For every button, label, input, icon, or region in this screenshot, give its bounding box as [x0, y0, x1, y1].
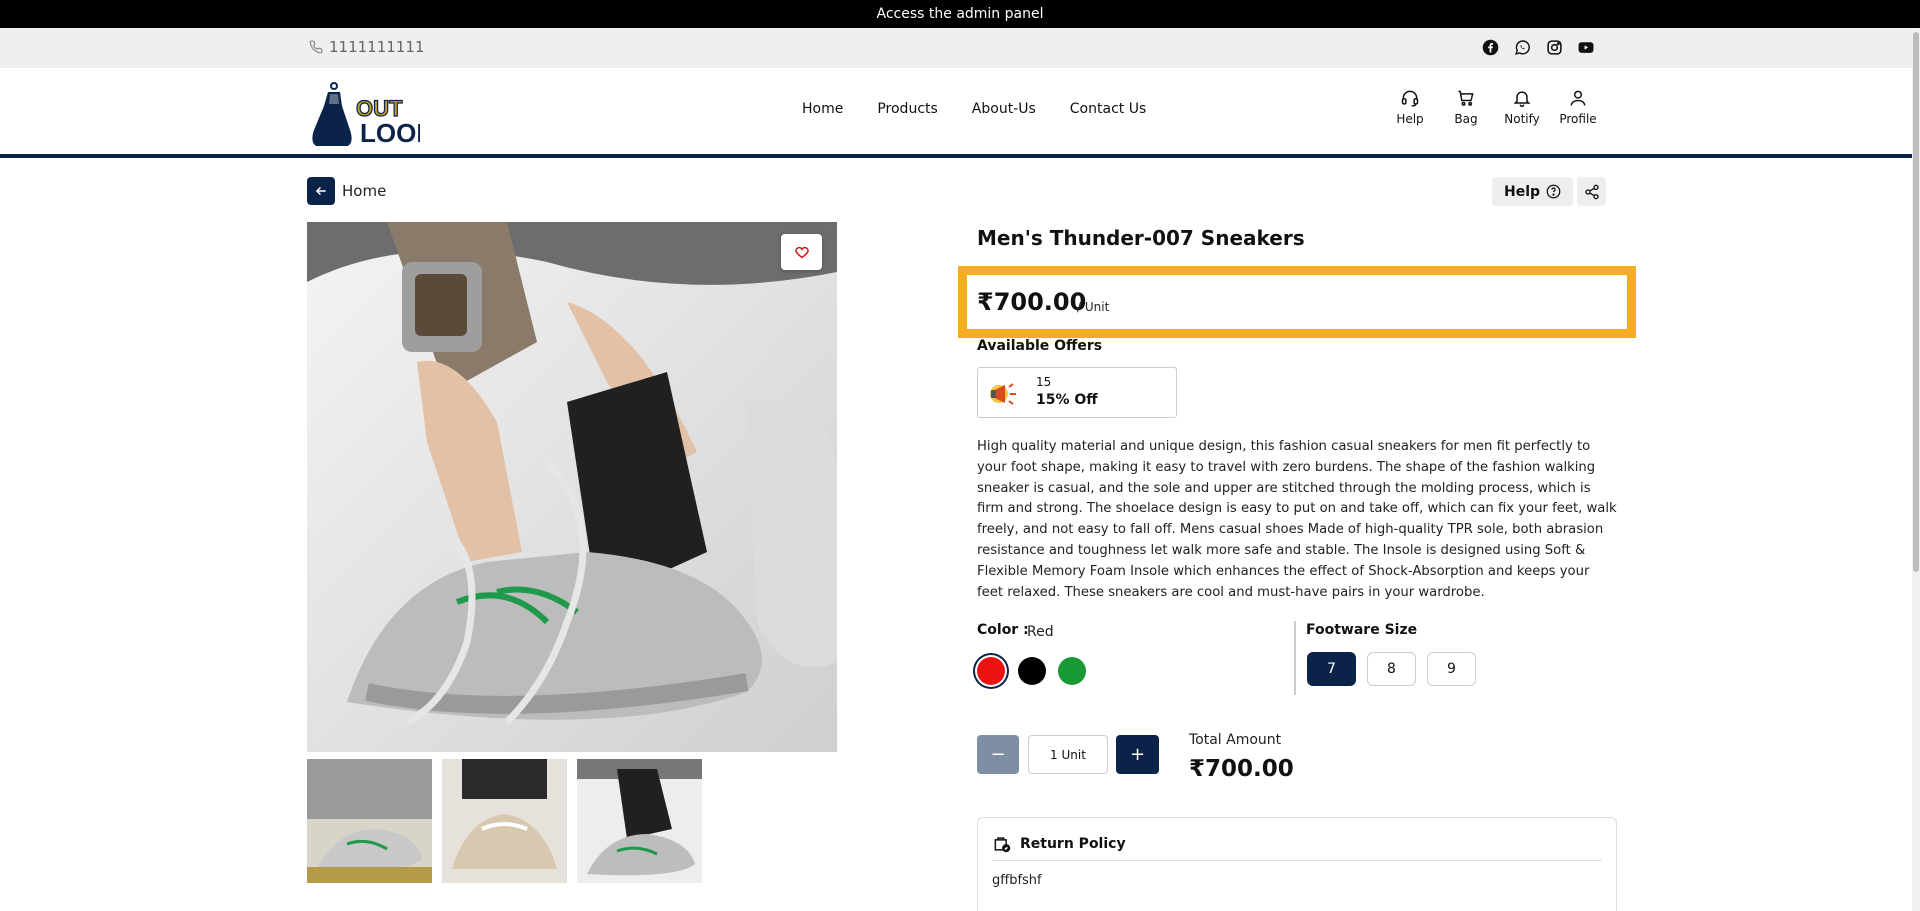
- size-label: Footware Size: [1306, 622, 1418, 638]
- nav-products[interactable]: Products: [877, 101, 937, 117]
- return-policy-card: Return Policy gffbfshf: [977, 817, 1617, 911]
- notify-action[interactable]: Notify: [1504, 88, 1540, 126]
- phone-number: 1111111111: [309, 38, 424, 56]
- product-thumbnail[interactable]: [442, 759, 567, 883]
- offers-heading: Available Offers: [977, 338, 1103, 354]
- megaphone-icon: [990, 383, 1016, 405]
- nav-about-us[interactable]: About-Us: [972, 101, 1036, 117]
- help-action-label: Help: [1396, 112, 1424, 126]
- headset-icon: [1401, 90, 1419, 107]
- quantity-value[interactable]: 1 Unit: [1028, 735, 1108, 774]
- size-option-9[interactable]: 9: [1427, 652, 1476, 686]
- wishlist-button[interactable]: [781, 234, 822, 270]
- product-main-image: [307, 222, 837, 752]
- heart-icon: [794, 246, 809, 259]
- offer-code: 15: [1036, 375, 1052, 389]
- profile-action[interactable]: Profile: [1559, 88, 1597, 126]
- facebook-icon[interactable]: [1481, 38, 1499, 56]
- total-amount-value: ₹700.00: [1189, 756, 1294, 782]
- bell-icon: [1513, 91, 1531, 108]
- question-circle-icon: [1546, 184, 1561, 199]
- product-description: High quality material and unique design,…: [977, 439, 1617, 600]
- phone-icon: [309, 40, 323, 54]
- main-nav: Home Products About-Us Contact Us: [802, 101, 1146, 117]
- offer-card[interactable]: 15 15% Off: [977, 367, 1177, 418]
- size-divider: [1294, 621, 1296, 695]
- return-policy-title: Return Policy: [1020, 836, 1126, 852]
- thumbnail-strip: [307, 759, 702, 883]
- offer-title: 15% Off: [1036, 392, 1098, 408]
- site-header: OUT LOOK Home Products About-Us Contact …: [0, 68, 1920, 158]
- product-thumbnail[interactable]: [307, 759, 432, 883]
- notify-action-label: Notify: [1504, 112, 1540, 126]
- site-logo[interactable]: OUT LOOK: [308, 80, 435, 150]
- return-policy-icon: [994, 837, 1011, 853]
- help-button-label: Help: [1504, 183, 1541, 200]
- product-title: Men's Thunder-007 Sneakers: [977, 226, 1305, 250]
- user-icon: [1570, 90, 1586, 106]
- color-swatch-green[interactable]: [1058, 657, 1086, 685]
- color-swatch-red[interactable]: [977, 657, 1005, 685]
- quantity-increase-button[interactable]: +: [1116, 735, 1159, 774]
- color-swatch-black[interactable]: [1018, 657, 1046, 685]
- logo-text-bottom: LOOK: [360, 118, 420, 148]
- product-price: ₹700.00: [977, 288, 1087, 316]
- dress-logo-icon: [312, 82, 352, 146]
- bag-action-label: Bag: [1454, 112, 1478, 126]
- youtube-icon[interactable]: [1577, 38, 1595, 56]
- price-unit: / Unit: [1077, 300, 1110, 314]
- return-policy-header: Return Policy: [992, 828, 1602, 861]
- size-option-8[interactable]: 8: [1367, 652, 1416, 686]
- contact-bar: 1111111111: [0, 28, 1920, 68]
- back-button[interactable]: [307, 177, 335, 205]
- nav-contact-us[interactable]: Contact Us: [1070, 101, 1146, 117]
- share-button[interactable]: [1577, 177, 1606, 206]
- instagram-icon[interactable]: [1545, 38, 1563, 56]
- return-policy-text: gffbfshf: [992, 873, 1042, 888]
- scrollbar-thumb[interactable]: [1913, 32, 1919, 572]
- help-button[interactable]: Help: [1492, 177, 1574, 206]
- header-actions: Help Bag Notify Profile: [1393, 88, 1597, 126]
- color-label: Color :: [977, 622, 1029, 638]
- page-scrollbar[interactable]: [1912, 28, 1920, 911]
- phone-text: 1111111111: [329, 38, 425, 56]
- help-action[interactable]: Help: [1393, 88, 1427, 126]
- selected-color: Red: [1027, 624, 1054, 640]
- share-icon: [1584, 184, 1599, 199]
- bag-action[interactable]: Bag: [1449, 88, 1483, 126]
- whatsapp-icon[interactable]: [1513, 38, 1531, 56]
- admin-panel-link[interactable]: Access the admin panel: [0, 0, 1920, 28]
- arrow-left-icon: [315, 186, 326, 196]
- breadcrumb-home[interactable]: Home: [342, 182, 386, 200]
- total-amount-label: Total Amount: [1189, 732, 1282, 748]
- nav-home[interactable]: Home: [802, 101, 843, 117]
- minus-icon: −: [990, 744, 1006, 765]
- size-option-7[interactable]: 7: [1307, 652, 1356, 686]
- product-thumbnail[interactable]: [577, 759, 702, 883]
- bag-icon: [1458, 90, 1474, 106]
- plus-icon: +: [1129, 744, 1146, 765]
- quantity-decrease-button[interactable]: −: [977, 735, 1019, 774]
- social-links: [1481, 38, 1595, 56]
- profile-action-label: Profile: [1559, 112, 1597, 126]
